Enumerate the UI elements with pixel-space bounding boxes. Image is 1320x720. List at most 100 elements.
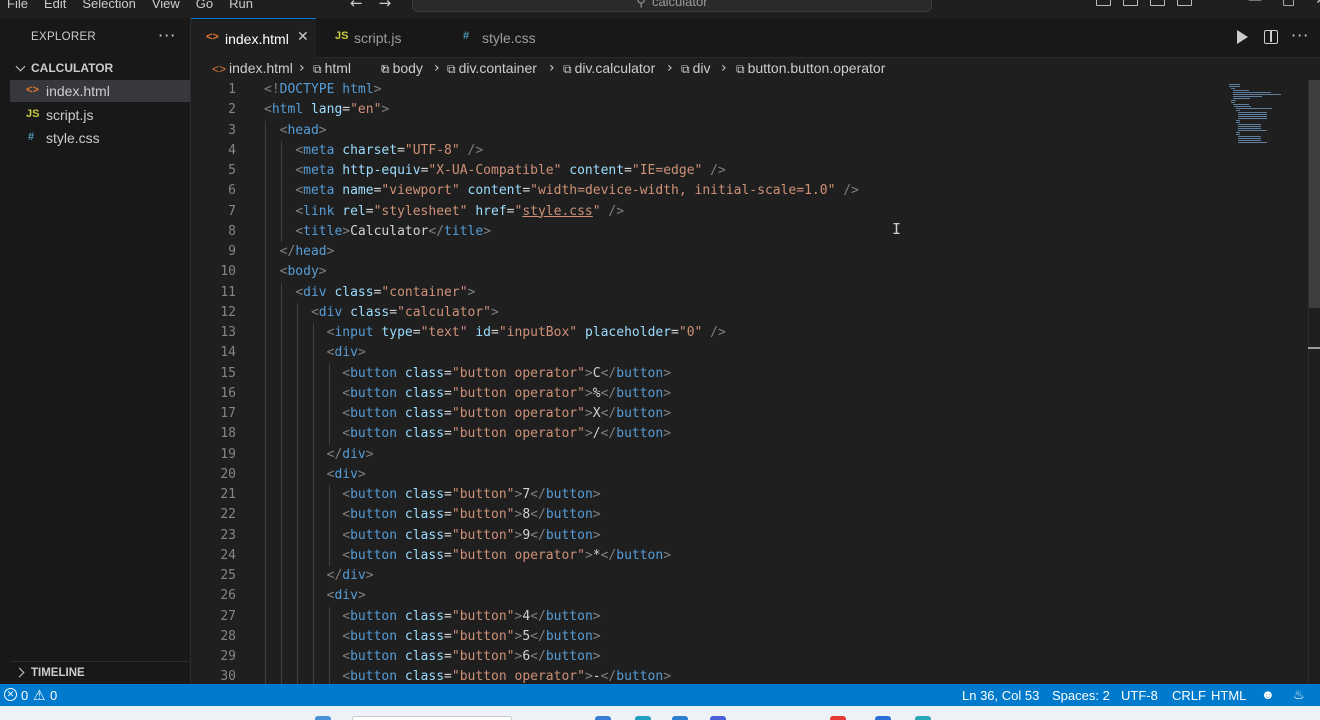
menu-selection[interactable]: Selection [75,0,144,13]
menu-go[interactable]: Go [189,0,222,13]
breadcrumb-div-container[interactable]: ⧉ div.container [447,60,537,77]
code-line[interactable]: <button class="button">5</button> [264,627,600,647]
code-line[interactable]: <div class="calculator"> [264,303,499,323]
tab-script-js[interactable]: JS script.js [317,18,442,58]
menu-edit[interactable]: Edit [37,0,75,13]
notifications-bell-icon[interactable]: ♨ [1293,687,1305,703]
menu-run[interactable]: Run [222,0,262,13]
tab-style-css[interactable]: # style.css [443,18,568,58]
code-line[interactable]: <button class="button">9</button> [264,526,600,546]
breadcrumb-body[interactable]: ⧉ body [381,60,423,77]
close-icon[interactable]: ✕ [297,29,309,45]
minimize-icon[interactable]: — [1248,0,1262,8]
html-file-icon: <> [212,62,227,76]
code-line[interactable]: <div> [264,586,366,606]
minimap-line [1232,96,1262,97]
code-line[interactable]: <button class="button">7</button> [264,485,600,505]
code-line[interactable]: <div class="container"> [264,283,475,303]
timeline-section[interactable]: TIMELINE [10,661,190,683]
code-line[interactable]: <button class="button">8</button> [264,505,600,525]
scrollbar-thumb[interactable] [1309,80,1320,308]
code-line[interactable]: <input type="text" id="inputBox" placeho… [264,323,726,343]
code-line[interactable]: <meta name="viewport" content="width=dev… [264,181,859,201]
line-number: 26 [220,588,236,604]
back-arrow-icon[interactable]: ← [350,0,363,12]
chevron-right-icon: › [434,60,440,76]
encoding[interactable]: UTF-8 [1121,688,1158,703]
title-bar: File Edit Selection View Go Run ← → ⚲ cal… [0,0,1320,18]
breadcrumb-file[interactable]: <> index.html [212,60,293,76]
more-actions-icon[interactable]: ··· [1291,26,1309,45]
code-line[interactable]: <button class="button operator">X</butto… [264,404,671,424]
language-mode[interactable]: HTML [1211,688,1246,703]
code-line[interactable]: <div> [264,343,366,363]
menu-view[interactable]: View [145,0,189,13]
taskbar-app-icon[interactable] [595,716,611,720]
code-line[interactable]: <button class="button operator">%</butto… [264,384,671,404]
chevron-right-icon [14,667,25,678]
end-of-line[interactable]: CRLF [1172,688,1206,703]
restore-icon[interactable]: □ [1282,0,1295,8]
code-line[interactable]: <button class="button">6</button> [264,647,600,667]
split-editor-icon[interactable] [1264,30,1278,44]
breadcrumb-button-operator[interactable]: ⧉ button.button.operator [736,60,885,77]
run-icon[interactable] [1237,30,1248,44]
code-line[interactable]: <meta http-equiv="X-UA-Compatible" conte… [264,161,726,181]
forward-arrow-icon[interactable]: → [379,0,392,12]
code-line[interactable]: <head> [264,121,327,141]
code-line[interactable]: <button class="button operator">/</butto… [264,424,671,444]
code-line[interactable]: <button class="button operator">-</butto… [264,667,671,684]
breadcrumb-div-calculator[interactable]: ⧉ div.calculator [563,60,655,77]
file-item-style-css[interactable]: # style.css [10,127,190,149]
code-line[interactable]: <!DOCTYPE html> [264,80,381,100]
breadcrumb-div[interactable]: ⧉ div [681,60,710,77]
error-icon[interactable]: ✕ [4,688,17,701]
code-line[interactable]: <button class="button operator">C</butto… [264,364,671,384]
feedback-icon[interactable]: ☻ [1261,687,1275,702]
code-line[interactable]: <body> [264,262,327,282]
file-item-script-js[interactable]: JS script.js [10,104,190,126]
error-count[interactable]: 0 [21,688,28,703]
taskbar-app-icon[interactable] [635,716,651,720]
more-actions-icon[interactable]: ··· [158,26,176,45]
code-line[interactable]: </head> [264,242,335,262]
code-line[interactable]: <div> [264,465,366,485]
element-icon: ⧉ [736,62,745,76]
cursor-position[interactable]: Ln 36, Col 53 [962,688,1039,703]
minimap[interactable] [1229,80,1289,160]
code-line[interactable]: <button class="button operator">*</butto… [264,546,671,566]
indentation[interactable]: Spaces: 2 [1052,688,1110,703]
code-line[interactable]: <link rel="stylesheet" href="style.css" … [264,202,624,222]
folder-row[interactable]: CALCULATOR [10,58,190,78]
warning-count[interactable]: 0 [50,688,57,703]
code-line[interactable]: <html lang="en"> [264,100,389,120]
breadcrumb-html[interactable]: ⧉ html [313,60,351,77]
warning-icon[interactable]: ⚠ [33,687,46,704]
toggle-sidebar-icon[interactable] [1096,0,1111,6]
taskbar-search-icon[interactable] [352,716,512,720]
code-line[interactable]: <button class="button">4</button> [264,607,600,627]
toggle-panel-icon[interactable] [1123,0,1138,6]
start-icon[interactable] [315,716,331,720]
code-line[interactable]: </div> [264,566,374,586]
taskbar-app-icon[interactable] [830,716,846,720]
close-window-icon[interactable]: ✕ [1315,0,1320,8]
code-line[interactable]: <title>Calculator</title> [264,222,491,242]
tab-label: script.js [354,30,402,46]
file-item-index-html[interactable]: <> index.html [10,80,190,102]
line-number: 30 [220,669,236,684]
code-line[interactable]: <meta charset="UTF-8" /> [264,141,483,161]
toggle-secondary-sidebar-icon[interactable] [1150,0,1165,6]
command-center-text: calculator [651,0,708,9]
code-editor[interactable]: 1 2 3 4 5 6 7 8 9 10 11 12 13 14 15 16 17 18 19 20 21 22 23 24 2… [191,80,1320,684]
command-center-search[interactable]: ⚲ calculator [412,0,932,12]
taskbar-app-icon[interactable] [672,716,688,720]
tab-index-html[interactable]: <> index.html ✕ [191,18,316,58]
taskbar-app-icon[interactable] [710,716,726,720]
menu-file[interactable]: File [0,0,37,13]
taskbar-app-icon[interactable] [875,716,891,720]
code-line[interactable]: </div> [264,445,374,465]
customize-layout-icon[interactable] [1177,0,1192,6]
line-number: 15 [220,365,236,381]
taskbar-app-icon[interactable] [915,716,931,720]
